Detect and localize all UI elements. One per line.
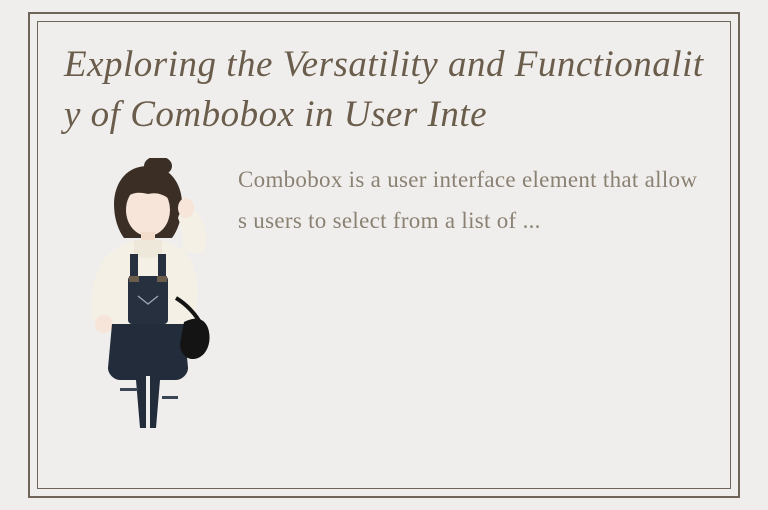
illustration-figure bbox=[64, 158, 232, 428]
inner-frame: Exploring the Versatility and Functional… bbox=[37, 21, 731, 489]
girl-illustration-icon bbox=[64, 158, 232, 428]
outer-frame: Exploring the Versatility and Functional… bbox=[28, 12, 740, 498]
article-body: Combobox is a user interface element tha… bbox=[238, 158, 704, 242]
article-title: Exploring the Versatility and Functional… bbox=[64, 40, 704, 140]
content-row: Combobox is a user interface element tha… bbox=[64, 158, 704, 428]
